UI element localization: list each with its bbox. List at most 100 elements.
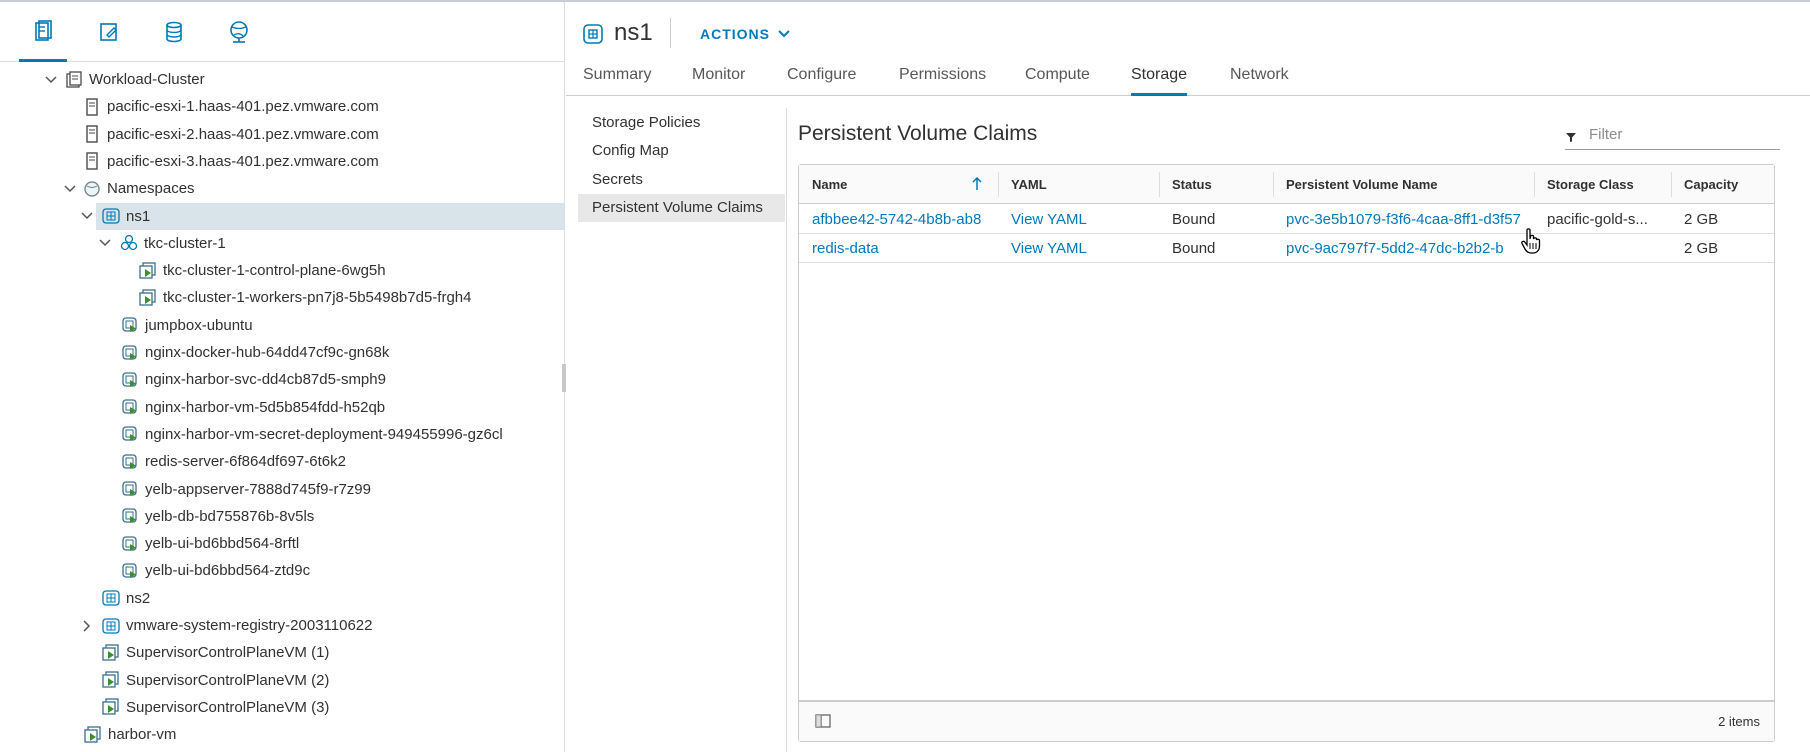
tab-network[interactable]: Network xyxy=(1230,66,1289,96)
column-header-label: Capacity xyxy=(1684,177,1739,192)
tree-node[interactable]: tkc-cluster-1-control-plane-6wg5h xyxy=(0,257,564,284)
cell-yaml[interactable]: View YAML xyxy=(998,205,1159,233)
column-header-status[interactable]: Status xyxy=(1159,165,1273,204)
column-header-name[interactable]: Name xyxy=(799,165,998,204)
column-separator[interactable] xyxy=(1534,172,1535,197)
tree-node-label: nginx-harbor-vm-5d5b854fdd-h52qb xyxy=(145,398,386,416)
tree-node-label: vmware-system-registry-2003110622 xyxy=(126,617,373,634)
tab-storage[interactable]: Storage xyxy=(1131,66,1188,96)
tree-node[interactable]: yelb-appserver-7888d745f9-r7z99 xyxy=(0,476,564,503)
column-header-capacity[interactable]: Capacity xyxy=(1671,165,1776,204)
chevron-down-icon[interactable] xyxy=(80,209,94,223)
table-row[interactable]: redis-data View YAML Bound pvc-9ac797f7-5dd… xyxy=(799,234,1774,263)
tree-node[interactable]: nginx-harbor-svc-dd4cb87d5-smph9 xyxy=(0,366,564,393)
column-header-yaml[interactable]: YAML xyxy=(998,165,1159,204)
tkc-icon xyxy=(120,234,138,252)
chevron-right-icon[interactable] xyxy=(80,619,94,633)
pvc-datagrid: Name YAML Status Persistent Volume Name Stor… xyxy=(798,164,1775,742)
tab-summary[interactable]: Summary xyxy=(583,66,651,96)
tree-node-label: yelb-ui-bd6bbd564-ztd9c xyxy=(145,562,311,580)
tree-node[interactable]: SupervisorControlPlaneVM (2) xyxy=(0,667,564,694)
tree-node[interactable]: yelb-db-bd755876b-8v5ls xyxy=(0,503,564,530)
chevron-down-icon[interactable] xyxy=(98,236,112,250)
tree-node[interactable]: redis-server-6f864df697-6t6k2 xyxy=(0,448,564,475)
cell-name[interactable]: redis-data xyxy=(799,234,998,262)
cell-name[interactable]: afbbee42-5742-4b8b-ab8 xyxy=(799,205,998,233)
sort-ascending-icon[interactable] xyxy=(972,176,982,194)
column-header-storage-class[interactable]: Storage Class xyxy=(1534,165,1671,204)
pod-icon xyxy=(121,535,139,553)
hosts-clusters-tab[interactable] xyxy=(19,12,67,62)
subnav-item-storage-policies[interactable]: Storage Policies xyxy=(578,108,785,136)
tree-node[interactable]: SupervisorControlPlaneVM (1) xyxy=(0,639,564,666)
vm-icon xyxy=(139,261,157,280)
datagrid-header: Name YAML Status Persistent Volume Name Stor… xyxy=(799,165,1774,204)
tree-node[interactable]: harbor-vm xyxy=(0,721,564,748)
networking-tab[interactable] xyxy=(219,12,259,52)
pod-icon xyxy=(121,425,139,443)
actions-menu-button[interactable]: ACTIONS xyxy=(700,26,790,42)
column-separator[interactable] xyxy=(1159,172,1160,197)
tab-monitor[interactable]: Monitor xyxy=(692,66,745,96)
tree-node-label: Workload-Cluster xyxy=(89,71,205,88)
networking-icon xyxy=(230,21,248,43)
item-count: 2 items xyxy=(1718,714,1760,729)
cell-storage-class xyxy=(1534,234,1671,262)
vm-icon xyxy=(102,671,120,689)
object-tabs: Summary Monitor Configure Permissions Comput… xyxy=(566,62,1810,96)
pod-icon xyxy=(121,453,139,471)
section-title: Persistent Volume Claims xyxy=(798,122,1038,145)
tree-node[interactable]: nginx-docker-hub-64dd47cf9c-gn68k xyxy=(0,339,564,366)
tree-node-label: pacific-esxi-3.haas-401.pez.vmware.com xyxy=(107,152,379,170)
tree-node[interactable]: vmware-system-registry-2003110622 xyxy=(0,612,564,639)
tree-node[interactable]: SupervisorControlPlaneVM (3) xyxy=(0,694,564,721)
tree-node[interactable]: jumpbox-ubuntu xyxy=(0,312,564,339)
column-header-pv-name[interactable]: Persistent Volume Name xyxy=(1273,165,1534,204)
cell-pv-name[interactable]: pvc-9ac797f7-5dd2-47dc-b2b2-b xyxy=(1273,234,1534,262)
tree-node[interactable]: pacific-esxi-1.haas-401.pez.vmware.com xyxy=(0,93,564,120)
column-separator[interactable] xyxy=(1671,172,1672,197)
tab-configure[interactable]: Configure xyxy=(787,66,856,96)
tab-permissions[interactable]: Permissions xyxy=(899,66,986,96)
column-separator[interactable] xyxy=(998,172,999,197)
tree-node-label: yelb-ui-bd6bbd564-8rftl xyxy=(145,535,300,553)
tree-node[interactable]: tkc-cluster-1 xyxy=(0,230,564,257)
cell-pv-name[interactable]: pvc-3e5b1079-f3f6-4caa-8ff1-d3f57 xyxy=(1273,205,1534,233)
tab-compute[interactable]: Compute xyxy=(1025,66,1090,96)
tree-node[interactable]: nginx-harbor-vm-secret-deployment-949455… xyxy=(0,421,564,448)
tree-node-label: yelb-db-bd755876b-8v5ls xyxy=(145,507,315,525)
tree-node[interactable]: Namespaces xyxy=(0,175,564,202)
pod-icon xyxy=(121,562,139,580)
tree-node[interactable]: yelb-ui-bd6bbd564-8rftl xyxy=(0,530,564,557)
tree-node[interactable]: ns1 xyxy=(81,202,564,230)
tree-node[interactable]: pacific-esxi-2.haas-401.pez.vmware.com xyxy=(0,121,564,148)
datagrid-footer: 2 items xyxy=(799,700,1774,741)
tree-node[interactable]: tkc-cluster-1-workers-pn7j8-5b5498b7d5-f… xyxy=(0,284,564,311)
tree-node-label: tkc-cluster-1 xyxy=(144,234,226,252)
filter-input[interactable] xyxy=(1589,126,1774,143)
main-panel: ns1 ACTIONS Summary Monitor Configure Permi… xyxy=(566,2,1810,752)
page-title: ns1 xyxy=(614,19,653,46)
chevron-down-icon[interactable] xyxy=(44,73,58,87)
tree-node-label: ns1 xyxy=(126,207,151,225)
cell-status: Bound xyxy=(1172,210,1216,228)
cell-yaml[interactable]: View YAML xyxy=(998,234,1159,262)
tree-node-label: tkc-cluster-1-workers-pn7j8-5b5498b7d5-f… xyxy=(163,289,472,307)
chevron-down-icon[interactable] xyxy=(63,182,77,196)
namespace-icon xyxy=(102,589,120,607)
tree-node[interactable]: yelb-ui-bd6bbd564-ztd9c xyxy=(0,557,564,584)
filter-field[interactable] xyxy=(1565,124,1780,150)
subnav-item-config-map[interactable]: Config Map xyxy=(578,137,785,165)
column-toggle-icon[interactable] xyxy=(815,714,831,728)
column-separator[interactable] xyxy=(1273,172,1274,197)
table-row[interactable]: afbbee42-5742-4b8b-ab8 View YAML Bound pvc-… xyxy=(799,205,1774,234)
tree-node[interactable]: nginx-harbor-vm-5d5b854fdd-h52qb xyxy=(0,394,564,421)
tree-node-label: jumpbox-ubuntu xyxy=(145,316,253,334)
vms-templates-tab[interactable] xyxy=(89,12,129,52)
storage-tab[interactable] xyxy=(154,12,194,52)
subnav-item-secrets[interactable]: Secrets xyxy=(578,165,785,193)
tree-node[interactable]: Workload-Cluster xyxy=(0,66,564,93)
tree-node[interactable]: pacific-esxi-3.haas-401.pez.vmware.com xyxy=(0,148,564,175)
subnav-item-persistent-volume-claims[interactable]: Persistent Volume Claims xyxy=(578,193,785,222)
tree-node[interactable]: ns2 xyxy=(0,585,564,612)
